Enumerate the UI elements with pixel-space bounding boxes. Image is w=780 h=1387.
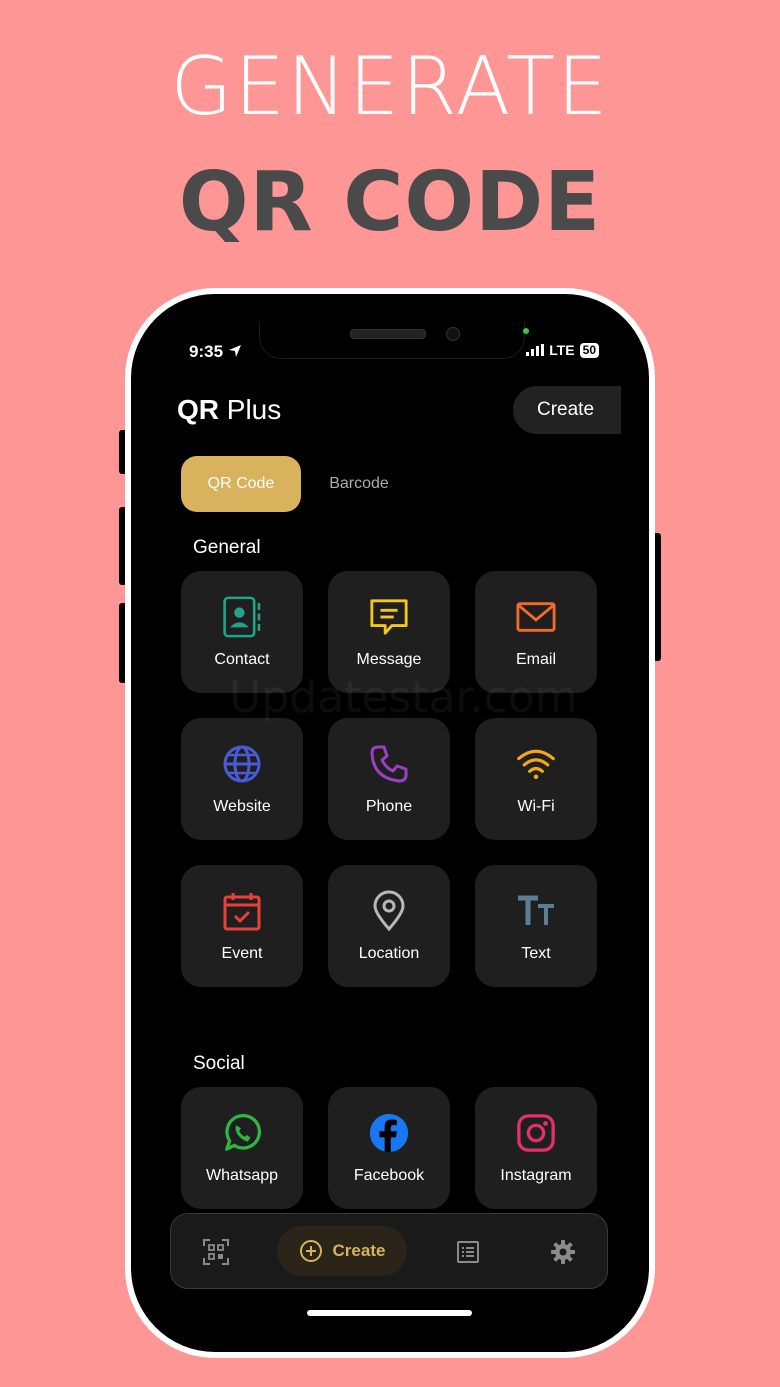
tile-label: Email (515, 651, 556, 668)
gear-icon (551, 1240, 575, 1264)
phone-icon (369, 740, 409, 788)
tile-contact[interactable]: Contact (181, 571, 303, 693)
privacy-indicator (523, 328, 529, 334)
instagram-icon (516, 1109, 556, 1157)
qr-scan-icon (203, 1239, 229, 1265)
tile-facebook[interactable]: Facebook (328, 1087, 450, 1209)
tile-phone[interactable]: Phone (328, 718, 450, 840)
tile-label: Wi-Fi (517, 798, 555, 815)
nav-history[interactable] (443, 1214, 493, 1290)
speaker-grill (350, 329, 426, 339)
tab-barcode[interactable]: Barcode (309, 456, 409, 512)
headline-qr-code: QR CODE (178, 155, 602, 250)
home-indicator[interactable] (307, 1310, 472, 1316)
message-bubble-icon (369, 593, 409, 641)
tile-label: Whatsapp (205, 1167, 279, 1184)
nav-scan[interactable] (191, 1214, 241, 1290)
tile-label: Website (213, 798, 271, 815)
globe-icon (222, 740, 262, 788)
app-screen: 9:35 LTE 50 QR Plus Create QR Code Barco… (159, 322, 621, 1324)
tile-website[interactable]: Website (181, 718, 303, 840)
battery-icon: 50 (579, 342, 599, 358)
tile-label: Phone (365, 798, 413, 815)
tile-wifi[interactable]: Wi-Fi (475, 718, 597, 840)
app-title: QR Plus (177, 394, 282, 425)
whatsapp-icon (222, 1109, 262, 1157)
section-general-label: General (193, 537, 261, 558)
nav-create[interactable]: Create (277, 1226, 407, 1276)
tile-instagram[interactable]: Instagram (475, 1087, 597, 1209)
status-indicators: LTE 50 (526, 342, 599, 358)
tile-email[interactable]: Email (475, 571, 597, 693)
facebook-icon (369, 1109, 409, 1157)
tile-label: Message (356, 651, 422, 668)
tile-whatsapp[interactable]: Whatsapp (181, 1087, 303, 1209)
tab-qr-code[interactable]: QR Code (181, 456, 301, 512)
tile-location[interactable]: Location (328, 865, 450, 987)
status-time: 9:35 (189, 342, 242, 362)
envelope-icon (516, 593, 556, 641)
nav-settings[interactable] (538, 1214, 588, 1290)
tile-label: Facebook (353, 1167, 425, 1184)
tile-label: Contact (214, 651, 270, 668)
section-social-label: Social (193, 1053, 245, 1074)
contact-book-icon (222, 593, 262, 641)
map-pin-icon (369, 887, 409, 935)
front-camera (446, 327, 460, 341)
nav-create-label: Create (332, 1241, 386, 1260)
tile-event[interactable]: Event (181, 865, 303, 987)
tile-label: Location (358, 945, 420, 962)
tile-label: Instagram (500, 1167, 572, 1184)
tile-label: Text (521, 945, 551, 962)
wifi-icon (516, 740, 556, 788)
location-arrow-icon (228, 345, 241, 357)
tile-label: Event (221, 945, 263, 962)
add-circle-icon (299, 1240, 322, 1262)
network-label: LTE (549, 342, 575, 358)
create-button[interactable]: Create (513, 386, 621, 434)
signal-icon (526, 344, 545, 356)
tile-text[interactable]: Text (475, 865, 597, 987)
notch (259, 322, 525, 359)
text-size-icon (516, 887, 556, 935)
headline-generate: GENERATE (170, 40, 610, 133)
list-icon (457, 1241, 479, 1263)
calendar-icon (222, 887, 262, 935)
tile-message[interactable]: Message (328, 571, 450, 693)
bottom-nav: Create (170, 1213, 608, 1289)
